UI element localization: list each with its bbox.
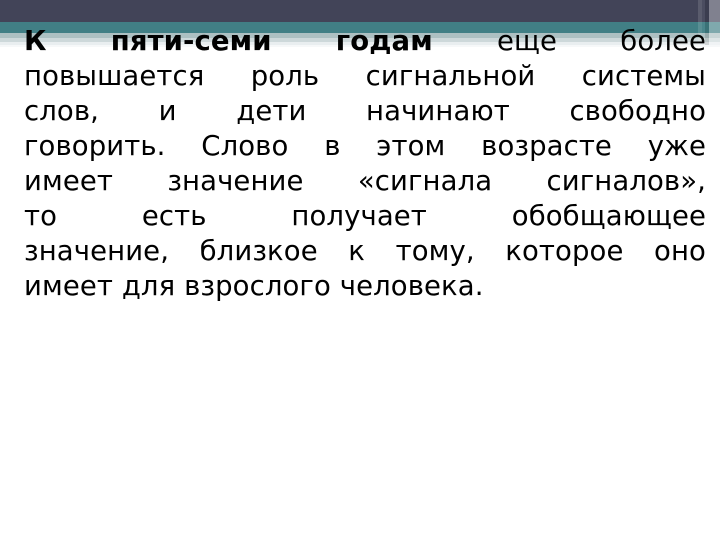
slide-body: К пяти-семи годам еще более повышается р… (0, 24, 720, 304)
slide-canvas: К пяти-семи годам еще более повышается р… (0, 0, 720, 540)
body-line-4: говорить. Слово в этом возрасте уже (24, 130, 706, 162)
body-line-7: значение, близкое к тому, которое оно (24, 235, 706, 267)
body-line-1: К пяти-семи годам еще более (24, 24, 706, 59)
body-line-3: слов, и дети начинают свободно (24, 95, 706, 127)
header-band-navy (0, 0, 720, 22)
body-line-2: повышается роль сигнальной системы (24, 60, 706, 92)
body-line-1-rest: еще более (496, 25, 706, 57)
body-paragraph: К пяти-семи годам еще более повышается р… (0, 24, 720, 304)
body-lead-phrase: К пяти-семи годам (24, 25, 497, 57)
body-line-5: имеет значение «сигнала сигналов», (24, 165, 706, 197)
body-line-8: имеет для взрослого человека. (24, 270, 484, 302)
body-line-6: то есть получает обобщающее (24, 200, 706, 232)
